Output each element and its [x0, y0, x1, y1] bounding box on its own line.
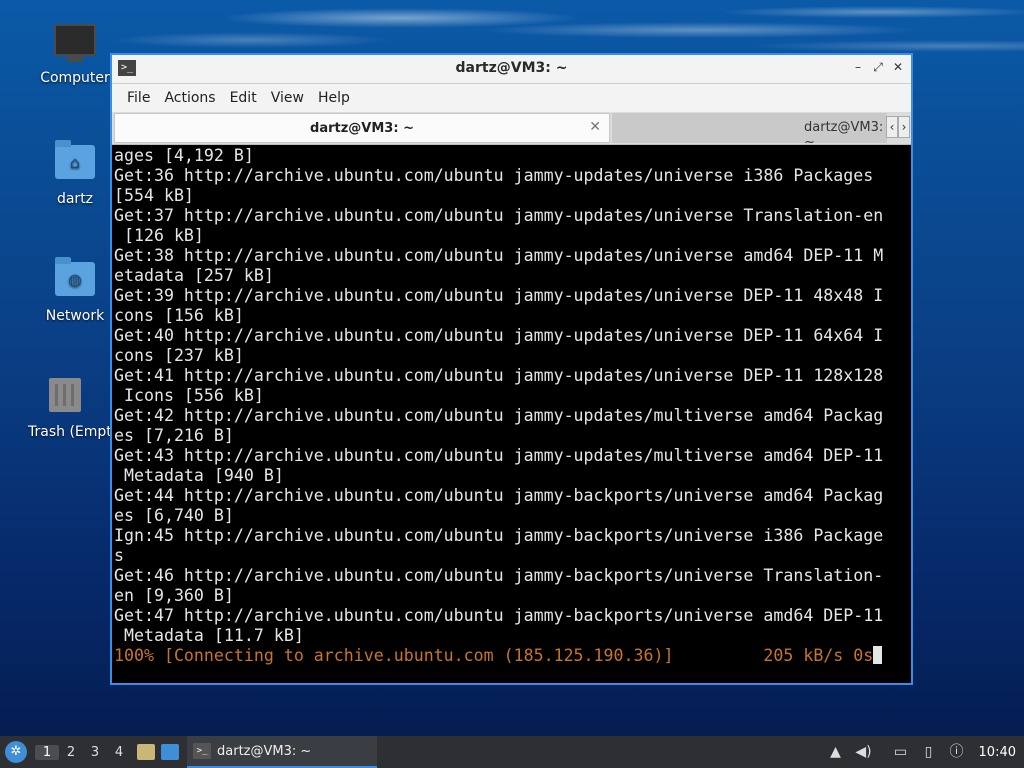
menu-actions[interactable]: Actions	[157, 90, 222, 106]
terminal-window: >_ dartz@VM3: ~ – ⤢ ✕ File Actions Edit …	[110, 53, 913, 685]
terminal-line: Get:37 http://archive.ubuntu.com/ubuntu …	[114, 206, 884, 225]
workspace-1[interactable]: 1	[35, 744, 59, 760]
close-button[interactable]: ✕	[891, 60, 905, 76]
terminal-line: Get:47 http://archive.ubuntu.com/ubuntu …	[114, 606, 884, 625]
clipboard-icon[interactable]: ▯	[920, 743, 938, 761]
terminal-line: Ign:45 http://archive.ubuntu.com/ubuntu …	[114, 526, 884, 545]
tab-label: dartz@VM3: ~	[310, 121, 414, 136]
desktop-icon-network[interactable]: ◍ Network	[27, 257, 123, 324]
terminal-line: [554 kB]	[114, 186, 194, 205]
terminal-line: Get:36 http://archive.ubuntu.com/ubuntu …	[114, 166, 874, 185]
clock[interactable]: 10:40	[979, 745, 1016, 760]
desktop-icon-label: Network	[45, 308, 105, 324]
volume-icon[interactable]: ◀)	[855, 743, 873, 761]
terminal-output[interactable]: ages [4,192 B] Get:36 http://archive.ubu…	[114, 146, 910, 680]
menu-edit[interactable]: Edit	[223, 90, 264, 106]
desktop-icon-label: dartz	[56, 191, 94, 207]
desktop-icon-home-folder[interactable]: ⌂ dartz	[27, 140, 123, 207]
terminal-line: ages [4,192 B]	[114, 146, 254, 165]
start-menu-icon[interactable]: ✲	[5, 741, 27, 763]
terminal-line: en [9,360 B]	[114, 586, 234, 605]
network-icon[interactable]: ▭	[892, 743, 910, 761]
workspace-4[interactable]: 4	[107, 745, 131, 760]
terminal-line: Metadata [940 B]	[114, 466, 284, 485]
minimize-button[interactable]: –	[851, 60, 865, 76]
terminal-cursor	[873, 646, 883, 664]
window-titlebar[interactable]: >_ dartz@VM3: ~ – ⤢ ✕	[112, 55, 911, 84]
terminal-line: Icons [556 kB]	[114, 386, 264, 405]
tab-bar: dartz@VM3: ~ ✕ dartz@VM3: ~ ‹ ›	[112, 112, 911, 145]
taskbar-task-terminal[interactable]: >_ dartz@VM3: ~	[187, 736, 377, 768]
workspace-2[interactable]: 2	[59, 745, 83, 760]
terminal-line: Get:38 http://archive.ubuntu.com/ubuntu …	[114, 246, 884, 265]
terminal-line: Get:46 http://archive.ubuntu.com/ubuntu …	[114, 566, 884, 585]
home-folder-icon: ⌂	[53, 140, 97, 185]
terminal-progress-line: 100% [Connecting to archive.ubuntu.com (…	[114, 646, 910, 666]
trash-icon	[43, 378, 87, 418]
info-notification-icon[interactable]: ⓘ	[948, 743, 966, 761]
taskbar: ✲ 1 2 3 4 >_ dartz@VM3: ~ ▲ ◀) ▭ ▯ ⓘ 10:…	[0, 736, 1024, 768]
terminal-line: Get:40 http://archive.ubuntu.com/ubuntu …	[114, 326, 884, 345]
terminal-line: cons [237 kB]	[114, 346, 244, 365]
computer-icon	[53, 24, 97, 64]
menubar: File Actions Edit View Help	[112, 84, 911, 112]
tab-label: dartz@VM3: ~	[804, 120, 884, 143]
terminal-line: Get:41 http://archive.ubuntu.com/ubuntu …	[114, 366, 884, 385]
maximize-button[interactable]: ⤢	[871, 60, 885, 76]
terminal-line: etadata [257 kB]	[114, 266, 274, 285]
desktop-icon-trash[interactable]: Trash (Empty)	[20, 378, 110, 440]
terminal-line: es [6,740 B]	[114, 506, 234, 525]
desktop-icon-label: Trash (Empty)	[28, 424, 110, 440]
show-desktop-icon[interactable]	[161, 744, 179, 760]
network-folder-icon: ◍	[53, 257, 97, 302]
terminal-line: es [7,216 B]	[114, 426, 234, 445]
menu-file[interactable]: File	[120, 90, 157, 106]
terminal-line: Get:39 http://archive.ubuntu.com/ubuntu …	[114, 286, 884, 305]
workspace-switcher: 1 2 3 4	[35, 744, 131, 760]
file-manager-launcher-icon[interactable]	[137, 744, 155, 760]
tab-scroll-right-button[interactable]: ›	[898, 116, 910, 138]
progress-text: 100% [Connecting to archive.ubuntu.com (…	[114, 646, 874, 665]
tab-1[interactable]: dartz@VM3: ~ ✕	[114, 113, 610, 143]
terminal-line: s	[114, 546, 124, 565]
system-tray: ▲ ◀) ▭ ▯ ⓘ 10:40	[822, 736, 1024, 768]
window-title: dartz@VM3: ~	[455, 60, 568, 76]
terminal-line: [126 kB]	[114, 226, 204, 245]
taskbar-task-label: dartz@VM3: ~	[217, 743, 312, 759]
terminal-line: cons [156 kB]	[114, 306, 244, 325]
workspace-3[interactable]: 3	[83, 745, 107, 760]
menu-help[interactable]: Help	[311, 90, 357, 106]
terminal-icon: >_	[193, 743, 211, 759]
terminal-line: Get:44 http://archive.ubuntu.com/ubuntu …	[114, 486, 884, 505]
tab-close-icon[interactable]: ✕	[589, 119, 601, 135]
tab-scroll-left-button[interactable]: ‹	[886, 116, 898, 138]
update-notifier-icon[interactable]: ▲	[827, 743, 845, 761]
terminal-line: Get:43 http://archive.ubuntu.com/ubuntu …	[114, 446, 884, 465]
menu-view[interactable]: View	[264, 90, 311, 106]
terminal-line: Get:42 http://archive.ubuntu.com/ubuntu …	[114, 406, 884, 425]
desktop-icon-computer[interactable]: Computer	[27, 24, 123, 86]
terminal-line: Metadata [11.7 kB]	[114, 626, 304, 645]
desktop-icon-label: Computer	[40, 70, 110, 86]
tab-2[interactable]: dartz@VM3: ~	[612, 113, 887, 143]
